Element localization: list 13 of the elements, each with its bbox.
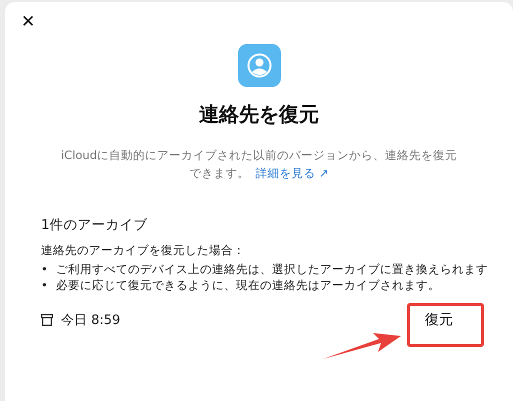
contacts-app-icon: [238, 44, 280, 87]
intro-text: 連絡先のアーカイブを復元した場合：: [41, 243, 246, 258]
archive-count-heading: 1件のアーカイブ: [41, 216, 149, 234]
dialog-title: 連絡先を復元: [199, 101, 319, 128]
bullet-marker: •: [41, 261, 48, 277]
close-button[interactable]: ✕: [15, 10, 42, 34]
learn-more-link[interactable]: 詳細を見る ↗: [255, 166, 329, 180]
description-text: iCloudに自動的にアーカイブされた以前のバージョンから、連絡先を復元できます。 詳細を見る ↗: [60, 147, 458, 182]
archive-box-icon: [41, 314, 53, 326]
bullet-item: 必要に応じて復元できるように、現在の連絡先はアーカイブされます。: [56, 277, 440, 293]
bullet-marker: •: [41, 277, 48, 293]
archive-date: 今日 8:59: [61, 312, 122, 329]
bullet-item: ご利用すべてのデバイス上の連絡先は、選択したアーカイブに置き換えられます: [56, 261, 488, 277]
